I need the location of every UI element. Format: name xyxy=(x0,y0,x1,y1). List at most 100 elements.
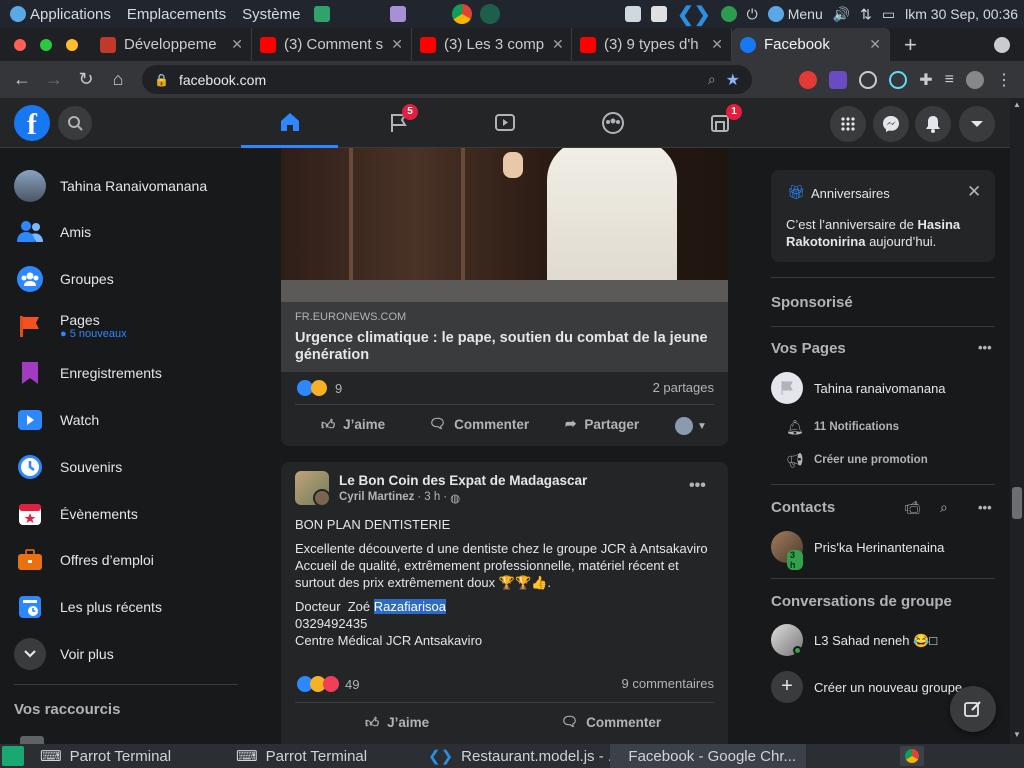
show-desktop-icon[interactable] xyxy=(2,746,24,766)
applications-menu[interactable]: Applications xyxy=(10,6,111,23)
sidebar-item-recent[interactable]: Les plus récents xyxy=(14,589,162,625)
create-group-link[interactable]: Créer un nouveau groupe xyxy=(814,680,969,695)
contact-name[interactable]: Pris'ka Herinantenaina xyxy=(814,540,944,555)
sidebar-item-groups[interactable]: Groupes xyxy=(14,261,114,297)
profile-avatar[interactable] xyxy=(966,70,984,89)
bookmark-star-icon[interactable]: ★ xyxy=(726,70,740,90)
post-group-name[interactable]: Le Bon Coin des Expat de Madagascar xyxy=(339,473,587,488)
search-icon[interactable]: ⌕ xyxy=(940,499,948,516)
page-scrollbar[interactable]: ▲ ▼ xyxy=(1010,98,1024,744)
groups-nav-tab[interactable] xyxy=(564,98,661,148)
link-preview-caption[interactable]: FR.EURONEWS.COM Urgence climatique : le … xyxy=(281,302,728,372)
taskbar-item[interactable]: ⌨︎ Parrot Terminal xyxy=(226,744,418,768)
group-chat-name[interactable]: L3 Sahad neneh 😂□ xyxy=(814,633,937,649)
workspace-switcher[interactable] xyxy=(900,746,924,766)
page-notifications-link[interactable]: 11 Notifications xyxy=(814,421,899,433)
system-menu[interactable]: Système xyxy=(242,6,331,23)
share-button[interactable]: ➦ Partager xyxy=(565,416,639,432)
record-extension-icon[interactable] xyxy=(859,70,878,89)
sidebar-item-events[interactable]: Évènements xyxy=(14,496,138,532)
scroll-down-icon[interactable]: ▼ xyxy=(1013,731,1021,739)
sidebar-item-watch[interactable]: Watch xyxy=(14,402,99,438)
close-window-button[interactable] xyxy=(14,38,26,51)
zoom-icon[interactable]: ⌕ xyxy=(708,71,716,88)
search-button[interactable] xyxy=(58,106,92,140)
selected-text[interactable]: Razafiarisoa xyxy=(373,599,447,614)
group-avatar[interactable] xyxy=(295,471,331,507)
sidebar-profile[interactable]: Tahina Ranaivomanana xyxy=(14,168,207,204)
chrome-menu-icon[interactable]: ⋮ xyxy=(996,70,1012,90)
plus-icon[interactable]: + xyxy=(771,671,803,703)
post-time[interactable]: 3 h xyxy=(424,491,440,505)
gitkraken-launcher-icon[interactable] xyxy=(480,4,500,24)
menu-button[interactable]: Menu xyxy=(767,6,823,22)
power-icon[interactable]: ⏻ xyxy=(747,6,758,23)
post-as-selector[interactable]: ▼ xyxy=(675,417,707,435)
notes-launcher-icon[interactable] xyxy=(390,6,406,22)
network-icon[interactable]: ⇅ xyxy=(860,6,872,23)
media-control-icon[interactable]: ≡ xyxy=(945,71,954,89)
comment-button[interactable]: 🗨︎ Commenter xyxy=(429,416,529,432)
comment-count[interactable]: 9 commentaires xyxy=(622,676,714,691)
update-tray-icon[interactable] xyxy=(720,6,737,22)
menu-grid-button[interactable] xyxy=(830,106,866,142)
notes-tray-icon[interactable] xyxy=(625,6,642,22)
page-avatar[interactable] xyxy=(771,372,803,404)
taskbar-item-active[interactable]: Facebook - Google Chr... xyxy=(610,744,806,768)
new-room-icon[interactable]: 📹︎ xyxy=(904,500,921,516)
places-menu[interactable]: Emplacements xyxy=(127,6,226,23)
extension-icon[interactable] xyxy=(829,70,848,89)
vscode-tray-icon[interactable]: ❮❯ xyxy=(677,2,711,27)
page-name[interactable]: Tahina ranaivomanana xyxy=(814,381,946,396)
react-devtools-icon[interactable] xyxy=(889,70,908,89)
scrollbar-thumb[interactable] xyxy=(1012,487,1022,519)
sidebar-item-pages[interactable]: Pages ● 5 nouveaux xyxy=(14,308,127,344)
taskbar-item[interactable]: ❮❯ Restaurant.model.js - ... xyxy=(418,744,610,768)
forward-icon[interactable]: → xyxy=(38,69,70,90)
facebook-logo[interactable]: f xyxy=(14,105,50,141)
avatar[interactable]: 3 h xyxy=(771,531,803,570)
scroll-up-icon[interactable]: ▲ xyxy=(1013,101,1021,109)
reload-icon[interactable]: ↻ xyxy=(70,69,102,90)
back-icon[interactable]: ← xyxy=(6,69,38,90)
browser-tab[interactable]: (3) Comment s ✕ xyxy=(252,28,412,61)
watch-nav-tab[interactable] xyxy=(456,98,553,148)
home-nav-tab[interactable] xyxy=(241,98,338,148)
sidebar-item-saved[interactable]: Enregistrements xyxy=(14,355,162,391)
code-tray-icon[interactable] xyxy=(651,6,668,22)
home-icon[interactable]: ⌂ xyxy=(102,69,134,90)
like-button[interactable]: 👍︎ J’aime xyxy=(365,714,429,731)
screenshot-launcher-icon[interactable] xyxy=(314,6,331,22)
create-promotion-link[interactable]: Créer une promotion xyxy=(814,454,928,466)
minimize-window-button[interactable] xyxy=(66,38,78,51)
messenger-button[interactable] xyxy=(873,106,909,142)
notifications-button[interactable] xyxy=(915,106,951,142)
browser-tab[interactable]: Développeme ✕ xyxy=(92,28,252,61)
browser-tab[interactable]: (3) 9 types d'h ✕ xyxy=(572,28,732,61)
account-menu-button[interactable] xyxy=(959,106,995,142)
extensions-puzzle-icon[interactable]: ✚ xyxy=(919,70,932,90)
reactions-summary[interactable]: 9 xyxy=(297,380,342,396)
browser-tab-active[interactable]: Facebook ✕ xyxy=(732,28,890,61)
close-tab-icon[interactable]: ✕ xyxy=(869,36,881,53)
post-link-image[interactable] xyxy=(281,148,728,302)
like-button[interactable]: 👍︎ J’aime xyxy=(321,416,385,433)
maximize-window-button[interactable] xyxy=(40,38,52,51)
tab-search-icon[interactable] xyxy=(994,36,1010,53)
new-message-button[interactable] xyxy=(950,686,996,732)
taskbar-item[interactable]: ⌨︎ Parrot Terminal xyxy=(30,744,226,768)
post-author[interactable]: Cyril Martinez xyxy=(339,491,414,505)
share-count[interactable]: 2 partages xyxy=(653,380,714,395)
clock[interactable]: lkm 30 Sep, 00:36 xyxy=(905,6,1018,22)
pages-nav-tab[interactable]: 5 xyxy=(350,98,447,148)
sidebar-item-friends[interactable]: Amis xyxy=(14,214,91,250)
comment-button[interactable]: 🗨︎ Commenter xyxy=(561,714,661,730)
chrome-launcher-icon[interactable] xyxy=(452,4,472,24)
close-tab-icon[interactable]: ✕ xyxy=(231,36,243,53)
address-bar[interactable]: 🔒 facebook.com ⌕ ★ xyxy=(142,65,752,94)
sidebar-item-memories[interactable]: Souvenirs xyxy=(14,449,122,485)
avatar[interactable] xyxy=(771,624,803,656)
close-tab-icon[interactable]: ✕ xyxy=(711,36,723,53)
contacts-options-icon[interactable]: ••• xyxy=(978,500,992,515)
post-options-icon[interactable]: ••• xyxy=(689,477,706,495)
